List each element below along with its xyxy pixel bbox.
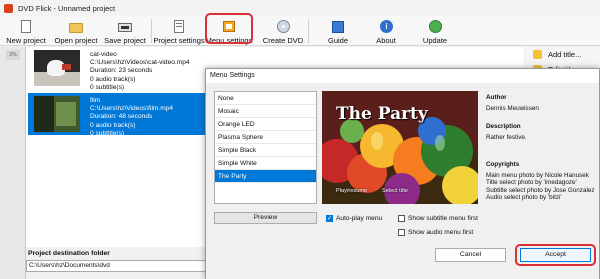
title-duration: Duration: 48 seconds [90, 113, 153, 121]
open-project-label: Open project [54, 36, 98, 45]
settings-document-icon [171, 20, 187, 34]
title-info: film C:\Users\hz\Videos\film.mp4 Duratio… [90, 97, 173, 138]
save-project-button[interactable]: Save project [104, 16, 146, 46]
description-value: Rather festive. [486, 133, 527, 141]
save-project-label: Save project [104, 36, 146, 45]
project-settings-button[interactable]: Project settings [153, 16, 205, 46]
dvdflick-app-icon [4, 3, 13, 13]
preview-button[interactable]: Preview [214, 212, 317, 224]
copyrights-heading: Copyrights [486, 161, 520, 168]
menu-option[interactable]: Plasma Sphere [215, 131, 316, 144]
subtitle-menu-first-label: Show subtitle menu first [408, 215, 478, 222]
new-document-icon [18, 20, 34, 34]
disc-icon [275, 20, 291, 34]
title-path: C:\Users\hz\Videos\film.mp4 [90, 105, 174, 113]
title-duration: Duration: 23 seconds [90, 67, 153, 75]
plus-icon [533, 50, 542, 59]
update-label: Update [422, 36, 448, 45]
checkbox-box [398, 229, 405, 236]
autoplay-label: Auto-play menu [336, 215, 383, 222]
copyright-line: Title select photo by 'imedagoze' [486, 179, 577, 187]
checkmark-icon: ✓ [326, 215, 333, 222]
author-value: Dennis Meuwissen [486, 104, 539, 112]
copyright-line: Audio select photo by 'bitzi' [486, 194, 562, 202]
destination-folder-label: Project destination folder [28, 250, 110, 257]
title-subtitles: 0 subtitle(s) [90, 129, 125, 137]
size-marker: 2% [6, 50, 20, 60]
accept-highlight [515, 244, 596, 266]
title-subtitles: 0 subtitle(s) [90, 83, 125, 91]
title-path: C:\Users\hz\Videos\cat-video.mp4 [90, 59, 190, 67]
menu-option[interactable]: Orange LED [215, 118, 316, 131]
preview-heading: The Party [336, 104, 428, 124]
about-label: About [376, 36, 396, 45]
menu-settings-dialog: Menu Settings None Mosaic Orange LED Pla… [205, 68, 600, 279]
menu-option[interactable]: Simple White [215, 157, 316, 170]
window-title: DVD Flick - Unnamed project [18, 3, 116, 13]
title-name: film [90, 97, 101, 104]
title-audio-tracks: 0 audio track(s) [90, 121, 136, 129]
toolbar-separator [308, 19, 309, 43]
toolbar-separator [151, 19, 152, 43]
main-toolbar: New project Open project Save project Pr… [0, 13, 600, 46]
menu-option[interactable]: None [215, 92, 316, 105]
preview-select-label: Select title [382, 188, 408, 194]
description-heading: Description [486, 123, 521, 130]
video-thumbnail [34, 96, 80, 132]
project-settings-label: Project settings [153, 36, 205, 45]
create-dvd-label: Create DVD [262, 36, 304, 45]
author-heading: Author [486, 94, 507, 101]
checkbox-box [398, 215, 405, 222]
subtitle-menu-first-checkbox[interactable]: Show subtitle menu first [398, 215, 478, 222]
copyright-line: Subtitle select photo by Jose Gonzalez [486, 186, 595, 194]
create-dvd-button[interactable]: Create DVD [262, 16, 304, 46]
cancel-button[interactable]: Cancel [435, 248, 506, 262]
size-meter-strip: 2% [0, 47, 26, 279]
menu-preview-image: The Party Play/resume Select title [322, 91, 478, 204]
menu-settings-highlight [205, 13, 253, 44]
title-audio-tracks: 0 audio track(s) [90, 75, 136, 83]
dialog-title: Menu Settings [206, 69, 599, 83]
menu-option[interactable]: Simple Black [215, 144, 316, 157]
menu-option[interactable]: Mosaic [215, 105, 316, 118]
add-title-button[interactable]: Add title... [533, 50, 581, 59]
audio-menu-first-checkbox[interactable]: Show audio menu first [398, 229, 473, 236]
title-name: cat-video [90, 51, 117, 58]
update-button[interactable]: Update [418, 16, 452, 46]
update-globe-icon [427, 20, 443, 34]
add-title-label: Add title... [548, 50, 582, 59]
author-section: Author Dennis Meuwissen [486, 94, 596, 112]
open-project-button[interactable]: Open project [54, 16, 98, 46]
dialog-footer: Cancel Accept [206, 241, 599, 279]
autoplay-checkbox[interactable]: ✓ Auto-play menu [326, 215, 382, 222]
new-project-label: New project [6, 36, 46, 45]
menu-list[interactable]: None Mosaic Orange LED Plasma Sphere Sim… [214, 91, 317, 204]
copyright-line: Main menu photo by Nicole Hanusek [486, 171, 589, 179]
guide-button[interactable]: Guide [322, 16, 354, 46]
copyrights-section: Copyrights Main menu photo by Nicole Han… [486, 161, 596, 202]
preview-play-label: Play/resume [336, 188, 368, 194]
audio-menu-first-label: Show audio menu first [408, 229, 474, 236]
folder-icon [68, 20, 84, 34]
title-info: cat-video C:\Users\hz\Videos\cat-video.m… [90, 51, 190, 92]
title-bar: DVD Flick - Unnamed project [0, 0, 600, 16]
new-project-button[interactable]: New project [6, 16, 46, 46]
menu-option-selected[interactable]: The Party [215, 170, 316, 183]
guide-label: Guide [327, 36, 348, 45]
save-icon [117, 20, 133, 34]
description-section: Description Rather festive. [486, 123, 596, 141]
guide-book-icon [330, 20, 346, 34]
about-button[interactable]: i About [370, 16, 402, 46]
info-icon: i [378, 20, 394, 34]
video-thumbnail [34, 50, 80, 86]
